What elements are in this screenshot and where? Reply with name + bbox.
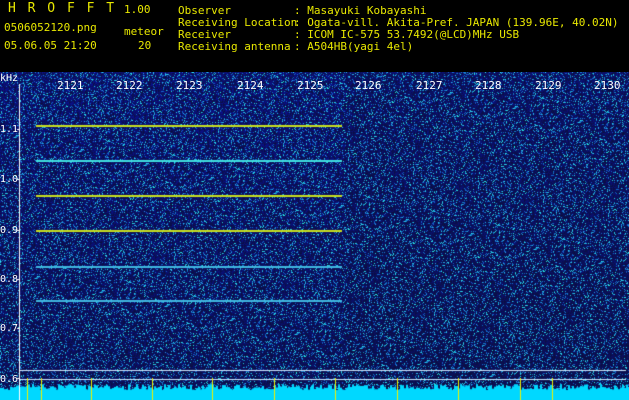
x-tick-label: 2124 bbox=[237, 79, 264, 92]
y-tick-label: 1.1 bbox=[0, 124, 19, 135]
header-panel: H R O F F T 1.00 0506052120.png meteor 0… bbox=[0, 0, 629, 72]
x-tick-label: 2126 bbox=[355, 79, 382, 92]
x-tick-label: 2122 bbox=[116, 79, 143, 92]
x-tick-label: 2121 bbox=[57, 79, 84, 92]
y-tick-label: 1.0 bbox=[0, 174, 19, 185]
info-value-antenna: : A504HB(yagi 4el) bbox=[294, 40, 414, 53]
meteor-count: 20 bbox=[138, 39, 152, 52]
meteor-label: meteor bbox=[124, 25, 164, 38]
datetime-label: 05.06.05 21:20 bbox=[4, 39, 97, 52]
x-tick-label: 2127 bbox=[416, 79, 443, 92]
y-tick-label: 0.6 bbox=[0, 374, 19, 385]
spectrogram-canvas bbox=[0, 72, 629, 400]
y-tick-label: 0.8 bbox=[0, 274, 19, 285]
info-label-antenna: Receiving antenna bbox=[178, 40, 291, 53]
x-tick-label: 2123 bbox=[176, 79, 203, 92]
y-axis-unit: kHz bbox=[0, 73, 19, 84]
x-tick-label: 2129 bbox=[535, 79, 562, 92]
x-tick-label: 2128 bbox=[475, 79, 502, 92]
version-label: 1.00 bbox=[124, 3, 151, 16]
y-tick-label: 0.9 bbox=[0, 225, 19, 236]
x-tick-label: 2130 bbox=[594, 79, 621, 92]
filename-label: 0506052120.png bbox=[4, 21, 97, 34]
app-title: H R O F F T bbox=[8, 1, 117, 16]
x-tick-label: 2125 bbox=[297, 79, 324, 92]
y-tick-label: 0.7 bbox=[0, 323, 19, 334]
